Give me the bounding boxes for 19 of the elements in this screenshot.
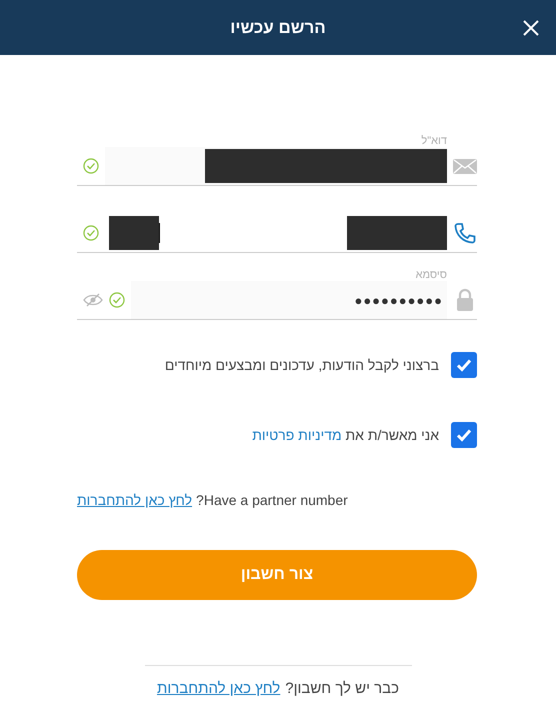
dialog-title: הרשם עכשיו xyxy=(230,18,326,38)
privacy-policy-link[interactable]: מדיניות פרטיות xyxy=(252,427,342,443)
partner-text: Have a partner number? xyxy=(196,492,348,508)
login-link[interactable]: לחץ כאן להתחברות xyxy=(77,492,192,508)
field-label: דוא"ל xyxy=(421,135,448,147)
phone-field[interactable] xyxy=(77,214,477,253)
text-cursor xyxy=(159,223,160,243)
password-value: ●●●●●●●●●● xyxy=(354,292,444,308)
consent-text: ברצוני לקבל הודעות, עדכונים ומבצעים מיוחדים xyxy=(164,357,439,373)
create-account-button[interactable]: צור חשבון xyxy=(77,550,477,600)
close-icon[interactable] xyxy=(523,20,539,36)
email-field[interactable] xyxy=(77,147,477,186)
consent-text: אני מאשר/ת את מדיניות פרטיות xyxy=(252,427,439,443)
checkbox[interactable] xyxy=(451,422,477,448)
have-account-text: כבר יש לך חשבון? xyxy=(285,680,400,697)
login-link[interactable]: לחץ כאן להתחברות xyxy=(156,680,280,697)
field-label: סיסמא xyxy=(416,269,448,281)
redaction-block xyxy=(109,216,159,250)
checkbox[interactable] xyxy=(451,352,477,378)
